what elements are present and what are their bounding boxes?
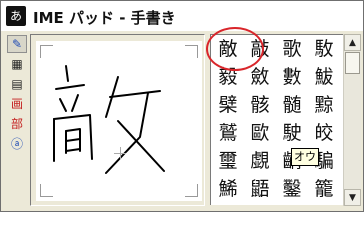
handwriting-canvas[interactable] <box>36 41 202 201</box>
candidate-char[interactable]: 髄 <box>277 91 307 119</box>
pad-toolbar: ✎ ▦ ▤ 画部 ⓐ <box>5 35 27 207</box>
radical-icon[interactable]: 部 <box>7 115 27 133</box>
char-list-icon[interactable]: ▦ <box>7 55 27 73</box>
candidate-char[interactable]: 覷 <box>245 147 275 175</box>
candidate-char[interactable]: 黥 <box>309 91 339 119</box>
candidate-char[interactable]: 鑿 <box>277 175 307 203</box>
soft-keyboard-icon[interactable]: ▤ <box>7 75 27 93</box>
ime-pad-window: あ IME パッド - 手書き ✎ ▦ ▤ 画部 ⓐ 敵 敲 歌 駇 毅 斂 數… <box>0 0 364 212</box>
title-bar[interactable]: あ IME パッド - 手書き <box>1 1 363 31</box>
scroll-up-arrow-icon[interactable]: ▲ <box>344 34 361 51</box>
candidate-char[interactable]: 鯑 <box>213 175 243 203</box>
ime-app-icon: あ <box>6 6 26 26</box>
center-crosshair-vertical <box>120 147 121 159</box>
total-strokes-icon[interactable]: 画 <box>7 95 27 113</box>
candidate-char[interactable]: 敲 <box>245 35 275 63</box>
handwriting-pen-icon[interactable]: ✎ <box>7 35 27 53</box>
window-title: IME パッド - 手書き <box>33 9 176 27</box>
scroll-thumb[interactable] <box>345 52 360 74</box>
candidate-char[interactable]: 毅 <box>213 63 243 91</box>
candidate-char[interactable]: 斂 <box>245 63 275 91</box>
candidate-char[interactable]: 骸 <box>245 91 275 119</box>
candidate-char[interactable]: 數 <box>277 63 307 91</box>
candidate-char[interactable]: 皎 <box>309 119 339 147</box>
candidate-char[interactable]: 敵 <box>213 35 243 63</box>
candidate-char[interactable]: 檗 <box>213 91 243 119</box>
candidate-char[interactable]: 鷲 <box>213 119 243 147</box>
candidate-scrollbar[interactable]: ▲ ▼ <box>343 34 361 206</box>
scroll-down-arrow-icon[interactable]: ▼ <box>344 189 361 206</box>
candidate-char[interactable]: 璽 <box>213 147 243 175</box>
candidate-char[interactable]: 駇 <box>309 35 339 63</box>
candidate-char[interactable]: 歌 <box>277 35 307 63</box>
handwritten-strokes <box>53 65 165 174</box>
candidate-char[interactable]: 歐 <box>245 119 275 147</box>
candidate-grid: 敵敲歌駇毅斂數鮁檗骸髄黥鷲歐駛皎璽覷齲騙鯑鼯鑿籠 <box>210 34 343 205</box>
candidate-char[interactable]: 鮁 <box>309 63 339 91</box>
candidate-char[interactable]: 駛 <box>277 119 307 147</box>
ime-mode-icon[interactable]: ⓐ <box>7 135 27 153</box>
candidate-char[interactable]: 籠 <box>309 175 339 203</box>
candidate-char[interactable]: 鼯 <box>245 175 275 203</box>
reading-tooltip: オウ <box>291 148 319 166</box>
